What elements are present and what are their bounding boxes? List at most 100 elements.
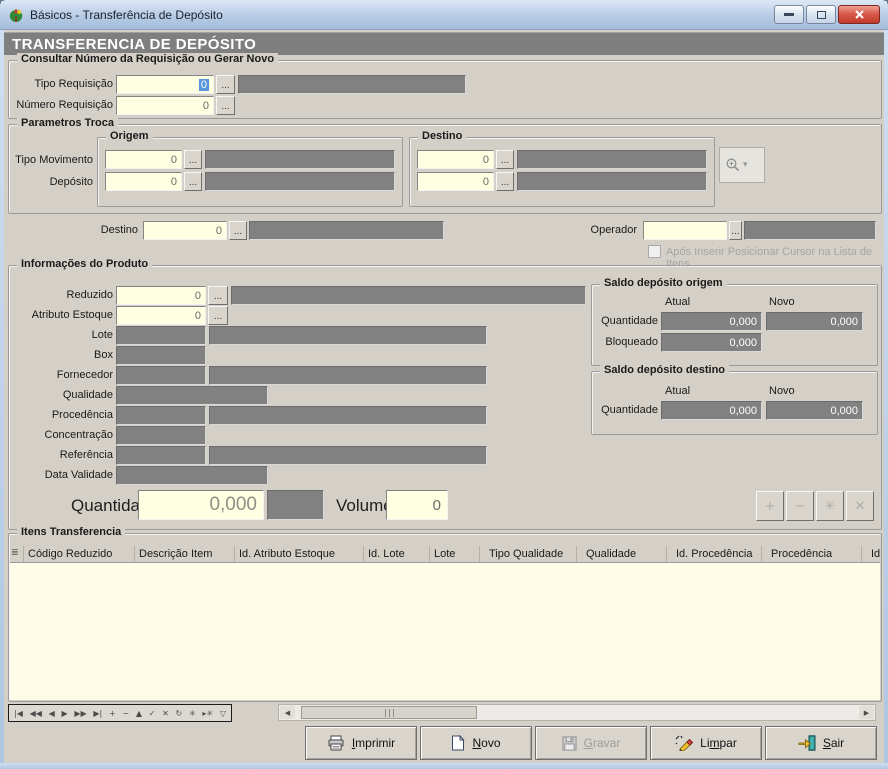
destino-tipo-movimento-browse-button[interactable]: ... [496,150,514,169]
referencia-descricao-field [209,446,487,465]
nav-post-button[interactable]: ✓ [149,709,156,718]
operador-label: Operador [583,224,637,236]
saldo-origem-quantidade-label: Quantidade [594,315,658,327]
close-icon [855,10,864,19]
origem-tipo-movimento-browse-button[interactable]: ... [184,150,202,169]
reduzido-browse-button[interactable]: ... [208,286,228,305]
destino-deposito-input[interactable]: 0 [417,172,494,191]
nav-filter-button[interactable]: ▽ [220,709,226,718]
lote-label: Lote [11,329,113,341]
gravar-button: Gravar [535,726,647,760]
destino-deposito-descricao-field [517,172,707,191]
destino-group-title: Destino [418,130,466,142]
column-header-procedencia[interactable]: Procedência [762,546,862,562]
reduzido-label: Reduzido [11,289,113,301]
operador-input[interactable] [643,221,727,240]
operador-browse-button[interactable]: ... [729,221,742,240]
save-icon [562,736,577,751]
tipo-requisicao-label: Tipo Requisição [11,78,113,90]
atributo-estoque-input[interactable]: 0 [116,306,206,325]
column-header-codigo-reduzido[interactable]: Código Reduzido [24,546,135,562]
saldo-destino-quantidade-label: Quantidade [594,404,658,416]
exit-door-icon [798,735,816,751]
itens-group-title: Itens Transferencia [17,526,125,538]
nav-first-button[interactable]: |◀ [14,709,23,718]
grid-horizontal-scrollbar[interactable]: ◀ ▶ [278,704,876,721]
nav-search-next-button[interactable]: ▸✳ [202,709,213,718]
novo-button[interactable]: Novo [420,726,532,760]
column-header-id-lote[interactable]: Id. Lote [364,546,430,562]
tipo-requisicao-input[interactable]: 0 [116,75,214,94]
saldo-origem-bloqueado-field: 0,000 [661,333,762,352]
column-header-descricao-item[interactable]: Descrição Item [135,546,235,562]
tipo-requisicao-browse-button[interactable]: ... [216,75,235,94]
procedencia-label: Procedência [11,409,113,421]
scroll-right-arrow[interactable]: ▶ [859,706,874,719]
imprimir-button[interactable]: Imprimir [305,726,417,760]
numero-requisicao-browse-button[interactable]: ... [216,96,235,115]
printer-icon [327,735,345,751]
concentracao-field [116,426,206,445]
scroll-left-arrow[interactable]: ◀ [280,706,295,719]
destino-row-descricao-field [249,221,444,240]
parametros-group-title: Parametros Troca [17,117,118,129]
grid-body[interactable] [10,563,880,700]
column-header-lote[interactable]: Lote [430,546,480,562]
item-cancel-button: ✕ [846,491,874,521]
limpar-button[interactable]: Limpar [650,726,762,760]
procedencia-field [116,406,206,425]
nav-next-button[interactable]: ▶ [61,709,67,718]
numero-requisicao-input[interactable]: 0 [116,96,214,115]
concentracao-label: Concentração [11,429,113,441]
close-button[interactable] [838,5,880,24]
nav-insert-button[interactable]: + [109,709,116,718]
search-split-button[interactable]: ▾ [719,147,765,183]
destino-row-browse-button[interactable]: ... [229,221,247,240]
maximize-button[interactable] [806,5,836,24]
column-header-id-fornecedor[interactable]: Id. F [862,546,880,562]
destino-row-input[interactable]: 0 [143,221,227,240]
nav-search-button[interactable]: ✳ [189,709,196,718]
column-header-qualidade[interactable]: Qualidade [577,546,667,562]
sair-button[interactable]: Sair [765,726,877,760]
grid-corner-icon: ≣ [10,546,24,562]
box-field [116,346,206,365]
origem-deposito-input[interactable]: 0 [105,172,182,191]
nav-prior-page-button[interactable]: ◀◀ [30,709,42,718]
nav-next-page-button[interactable]: ▶▶ [74,709,86,718]
nav-prior-button[interactable]: ◀ [49,709,55,718]
column-header-id-atributo-estoque[interactable]: Id. Atributo Estoque [235,546,364,562]
novo-button-label: Novo [472,736,500,750]
saldo-origem-quantidade-atual-field: 0,000 [661,312,762,331]
tipo-movimento-label: Tipo Movimento [11,154,93,166]
imprimir-button-label: Imprimir [352,736,395,750]
reduzido-input[interactable]: 0 [116,286,206,305]
posicionar-cursor-checkbox [648,245,661,258]
minimize-button[interactable] [774,5,804,24]
nav-delete-button[interactable]: − [122,709,129,718]
nav-cancel-button[interactable]: ✕ [162,709,169,718]
origem-deposito-browse-button[interactable]: ... [184,172,202,191]
produto-group-title: Informações do Produto [17,258,152,270]
nav-refresh-button[interactable]: ↻ [176,709,183,718]
column-header-id-procedencia[interactable]: Id. Procedência [667,546,762,562]
volumes-input[interactable]: 0 [386,490,448,520]
nav-edit-button[interactable]: ▲ [136,709,142,718]
saldo-destino-quantidade-atual-field: 0,000 [661,401,762,420]
destino-tipo-movimento-descricao-field [517,150,707,169]
scrollbar-thumb[interactable] [301,706,477,719]
origem-group: Origem 0 ... 0 ... [97,137,403,207]
lote-descricao-field [209,326,487,345]
quantidade-input[interactable]: 0,000 [138,490,264,520]
grid-header-row: ≣ Código Reduzido Descrição Item Id. Atr… [10,546,880,563]
data-validade-label: Data Validade [11,469,113,481]
column-header-tipo-qualidade[interactable]: Tipo Qualidade [480,546,577,562]
destino-tipo-movimento-input[interactable]: 0 [417,150,494,169]
nav-last-button[interactable]: ▶| [93,709,102,718]
destino-deposito-browse-button[interactable]: ... [496,172,514,191]
origem-tipo-movimento-input[interactable]: 0 [105,150,182,169]
saldo-destino-group-title: Saldo depósito destino [600,364,729,376]
itens-group: Itens Transferencia ≣ Código Reduzido De… [8,533,882,702]
data-validade-field [116,466,268,485]
atributo-estoque-browse-button[interactable]: ... [208,306,228,325]
